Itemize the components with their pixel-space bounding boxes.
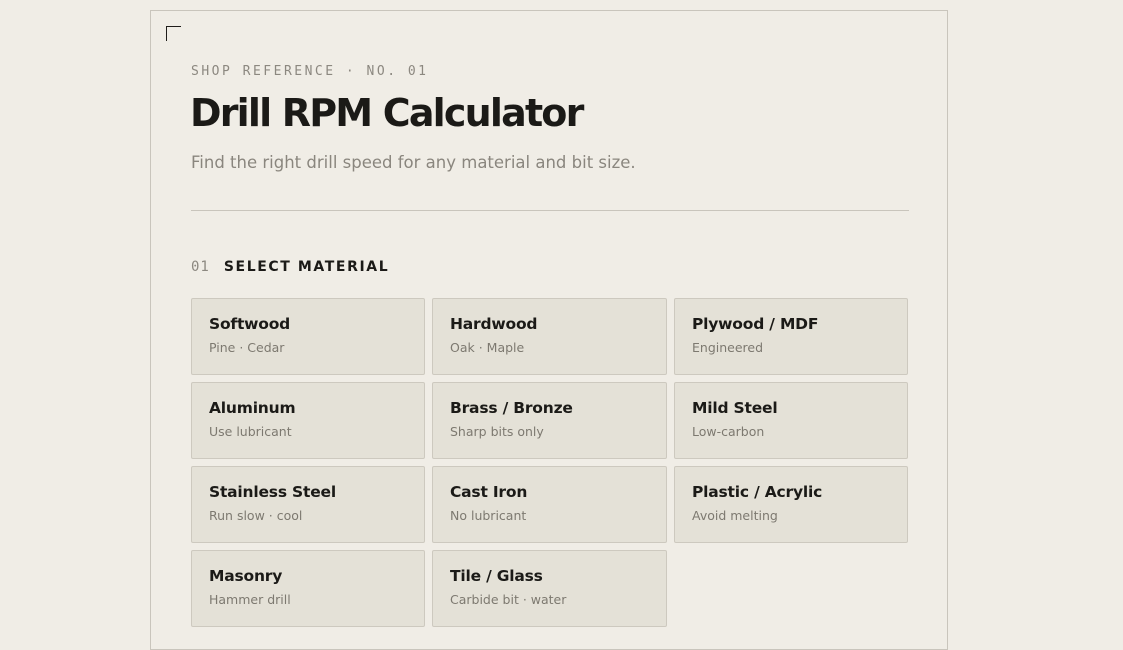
material-option-masonry[interactable]: Masonry Hammer drill xyxy=(191,550,425,627)
material-name: Stainless Steel xyxy=(209,483,336,501)
material-option-plywood-mdf[interactable]: Plywood / MDF Engineered xyxy=(674,298,908,375)
material-name: Tile / Glass xyxy=(450,567,543,585)
material-name: Plastic / Acrylic xyxy=(692,483,823,501)
material-note: Avoid melting xyxy=(692,508,778,523)
page-title: Drill RPM Calculator xyxy=(190,91,584,135)
material-note: Low-carbon xyxy=(692,424,765,439)
material-option-mild-steel[interactable]: Mild Steel Low-carbon xyxy=(674,382,908,459)
material-option-cast-iron[interactable]: Cast Iron No lubricant xyxy=(432,466,667,543)
material-note: No lubricant xyxy=(450,508,527,523)
material-note: Hammer drill xyxy=(209,592,291,607)
material-note: Run slow · cool xyxy=(209,508,303,523)
eyebrow-label: SHOP REFERENCE · NO. 01 xyxy=(191,64,429,79)
material-note: Use lubricant xyxy=(209,424,292,439)
material-name: Hardwood xyxy=(450,315,538,333)
material-name: Mild Steel xyxy=(692,399,778,417)
material-name: Softwood xyxy=(209,315,291,333)
page-subtitle: Find the right drill speed for any mater… xyxy=(191,153,636,172)
section-label: SELECT MATERIAL xyxy=(223,259,390,275)
material-note: Pine · Cedar xyxy=(209,340,285,355)
corner-mark-decoration xyxy=(166,26,181,41)
material-note: Sharp bits only xyxy=(450,424,544,439)
material-option-tile-glass[interactable]: Tile / Glass Carbide bit · water xyxy=(432,550,667,627)
material-note: Oak · Maple xyxy=(450,340,525,355)
material-option-brass-bronze[interactable]: Brass / Bronze Sharp bits only xyxy=(432,382,667,459)
material-option-plastic-acrylic[interactable]: Plastic / Acrylic Avoid melting xyxy=(674,466,908,543)
material-name: Brass / Bronze xyxy=(450,399,573,417)
material-option-hardwood[interactable]: Hardwood Oak · Maple xyxy=(432,298,667,375)
section-number: 01 xyxy=(191,259,210,275)
material-note: Engineered xyxy=(692,340,764,355)
material-option-aluminum[interactable]: Aluminum Use lubricant xyxy=(191,382,425,459)
material-name: Cast Iron xyxy=(450,483,528,501)
header-divider xyxy=(191,210,909,211)
material-grid: Softwood Pine · Cedar Hardwood Oak · Map… xyxy=(191,298,909,627)
material-name: Plywood / MDF xyxy=(692,315,819,333)
material-name: Aluminum xyxy=(209,399,296,417)
material-option-softwood[interactable]: Softwood Pine · Cedar xyxy=(191,298,425,375)
section-heading: 01 SELECT MATERIAL xyxy=(191,259,389,275)
calculator-card: SHOP REFERENCE · NO. 01 Drill RPM Calcul… xyxy=(150,10,948,650)
material-note: Carbide bit · water xyxy=(450,592,567,607)
material-name: Masonry xyxy=(209,567,283,585)
material-option-stainless-steel[interactable]: Stainless Steel Run slow · cool xyxy=(191,466,425,543)
